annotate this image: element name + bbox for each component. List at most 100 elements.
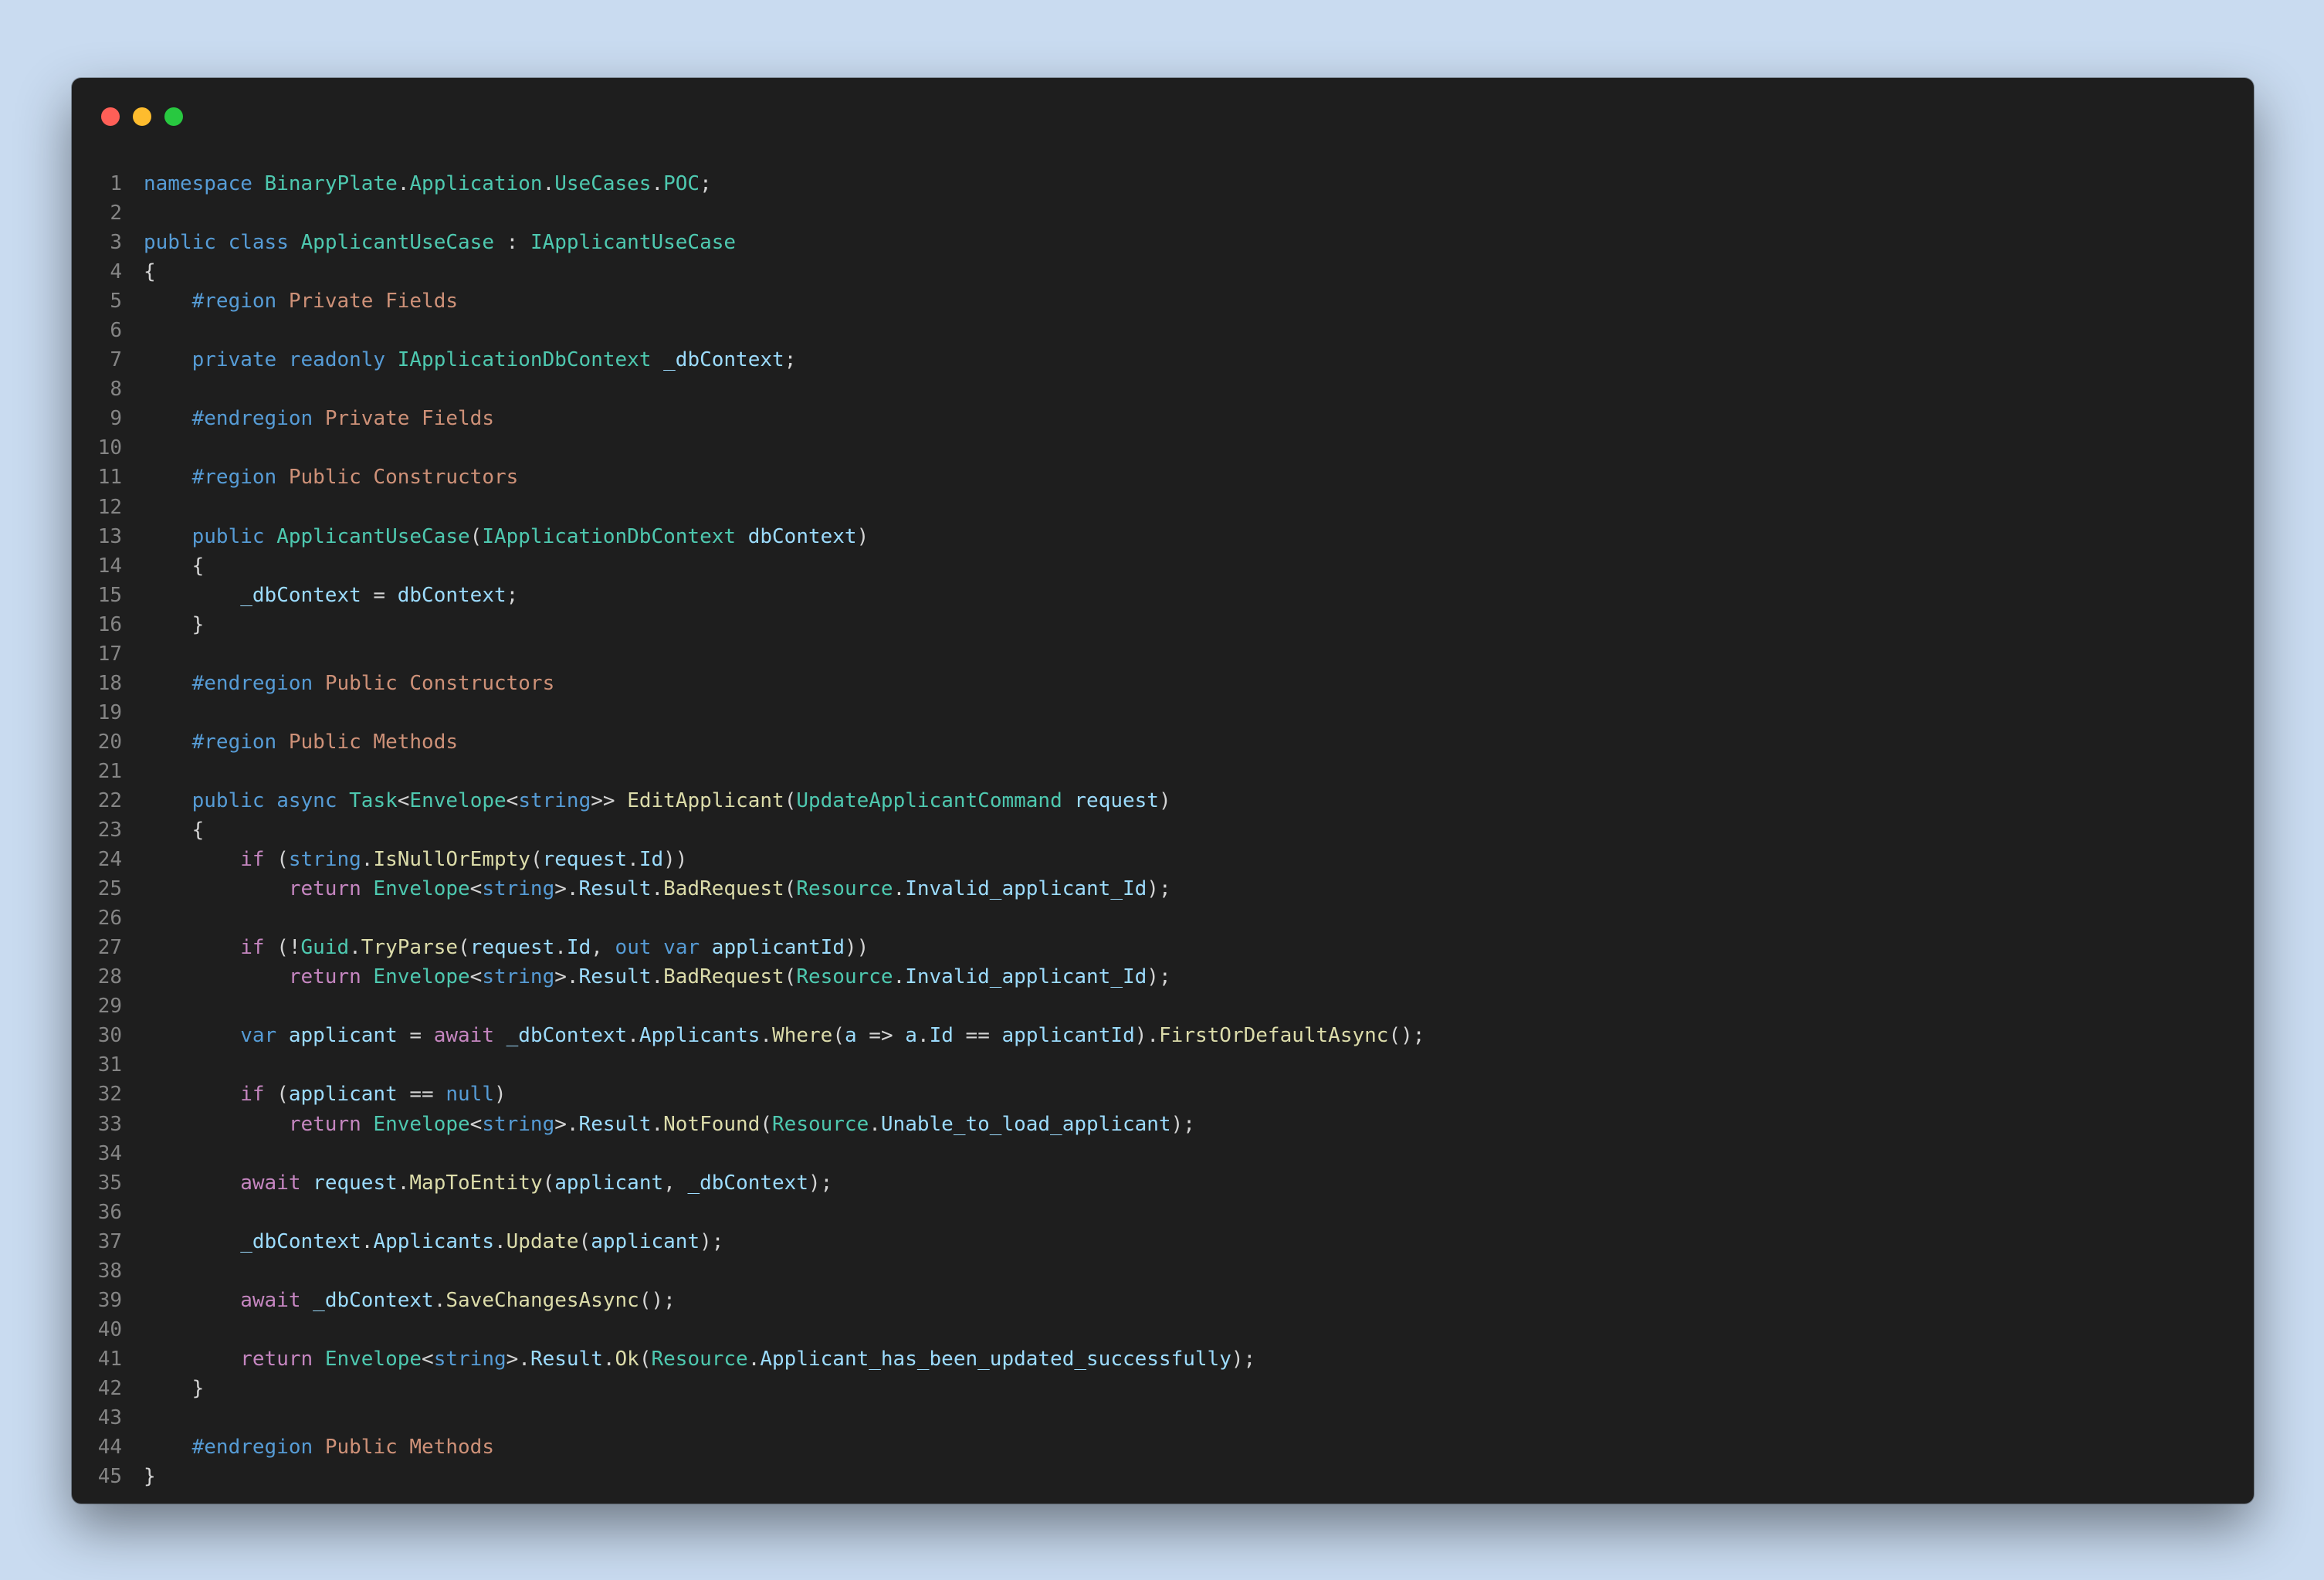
code-token: ( (784, 788, 797, 812)
line-content: #region Private Fields (122, 287, 458, 316)
code-line: 45} (72, 1462, 2254, 1491)
code-token: POC (663, 172, 700, 195)
code-token: ( (639, 1347, 652, 1371)
code-line: 9 #endregion Private Fields (72, 404, 2254, 433)
line-content (122, 1139, 144, 1168)
code-token: string (482, 965, 555, 989)
code-token: FirstOrDefaultAsync (1159, 1024, 1389, 1048)
code-editor[interactable]: 1 namespace BinaryPlate.Application.UseCa… (72, 169, 2254, 1491)
line-number: 31 (97, 1053, 122, 1077)
code-token: ( (530, 848, 543, 872)
line-number: 43 (97, 1405, 122, 1429)
code-token: . (893, 965, 906, 989)
line-content: #region Public Constructors (122, 463, 519, 492)
code-token: UseCases (554, 172, 652, 195)
line-content: public class ApplicantUseCase : IApplica… (122, 228, 736, 257)
line-number: 28 (97, 965, 122, 989)
code-token: ); (1147, 877, 1171, 901)
line-number: 8 (110, 378, 122, 402)
line-number: 13 (97, 524, 122, 548)
line-number: 24 (97, 848, 122, 872)
line-number: 6 (110, 319, 122, 343)
line-number: 37 (97, 1229, 122, 1253)
code-token: . (554, 936, 567, 960)
maximize-button[interactable] (164, 107, 183, 126)
line-content: } (122, 1462, 156, 1491)
line-number: 22 (97, 788, 122, 812)
code-token: . (361, 1229, 374, 1253)
code-token: , (591, 936, 615, 960)
code-line: 14 { (72, 551, 2254, 581)
code-line: 38 (72, 1256, 2254, 1286)
code-token: Envelope (409, 788, 506, 812)
code-token: >> (591, 788, 628, 812)
code-line: 29 (72, 992, 2254, 1021)
code-token: < (469, 877, 483, 901)
line-content: namespace BinaryPlate.Application.UseCas… (122, 169, 712, 198)
line-content (122, 639, 144, 669)
code-line: 41 return Envelope<string>.Result.Ok(Res… (72, 1344, 2254, 1374)
line-number: 9 (110, 407, 122, 431)
line-number: 19 (97, 700, 122, 724)
code-line: 27 if (!Guid.TryParse(request.Id, out va… (72, 933, 2254, 962)
code-token: var (663, 936, 700, 960)
code-token: Ok (615, 1347, 639, 1371)
line-content: #region Public Methods (122, 727, 458, 757)
line-number: 38 (97, 1259, 122, 1283)
code-token: < (422, 1347, 434, 1371)
code-token: Applicants (373, 1229, 494, 1253)
code-token: ); (1170, 1112, 1195, 1136)
code-token: await (240, 1171, 301, 1195)
code-token: : (493, 231, 530, 255)
close-button[interactable] (101, 107, 120, 126)
line-content (122, 493, 144, 522)
code-token: IApplicationDbContext (482, 524, 737, 548)
line-number: 12 (97, 495, 122, 519)
code-token: Resource (772, 1112, 869, 1136)
line-number: 14 (97, 554, 122, 578)
code-token: (! (264, 936, 301, 960)
line-content: public async Task<Envelope<string>> Edit… (122, 786, 1171, 815)
code-token: < (469, 1112, 483, 1136)
line-content: { (122, 257, 156, 287)
code-token: Envelope (373, 877, 470, 901)
code-token: if (240, 1083, 265, 1107)
code-token: . (349, 936, 361, 960)
code-token: . (916, 1024, 930, 1048)
code-line: 33 return Envelope<string>.Result.NotFou… (72, 1110, 2254, 1139)
code-token: < (397, 788, 410, 812)
code-token: private (191, 348, 277, 372)
line-number: 16 (97, 612, 122, 636)
line-content: private readonly IApplicationDbContext _… (122, 345, 797, 375)
code-line: 20 #region Public Methods (72, 727, 2254, 757)
code-line: 10 (72, 433, 2254, 463)
code-line: 44 #endregion Public Methods (72, 1433, 2254, 1462)
code-line: 18 #endregion Public Constructors (72, 669, 2254, 698)
code-line: 6 (72, 316, 2254, 345)
minimize-button[interactable] (133, 107, 151, 126)
code-token: Id (566, 936, 591, 960)
code-token: string (288, 848, 361, 872)
code-token: return (288, 965, 361, 989)
code-token: . (651, 172, 664, 195)
code-token: await (240, 1288, 301, 1312)
code-line: 23 { (72, 815, 2254, 845)
line-content (122, 757, 144, 786)
code-line: 2 (72, 198, 2254, 228)
code-token: IApplicationDbContext (397, 348, 652, 372)
code-token: < (506, 788, 519, 812)
code-token: Unable_to_load_applicant (880, 1112, 1171, 1136)
line-content: _dbContext.Applicants.Update(applicant); (122, 1227, 723, 1256)
code-token: . (361, 848, 374, 872)
line-content (122, 904, 144, 933)
code-token: = (361, 583, 398, 607)
